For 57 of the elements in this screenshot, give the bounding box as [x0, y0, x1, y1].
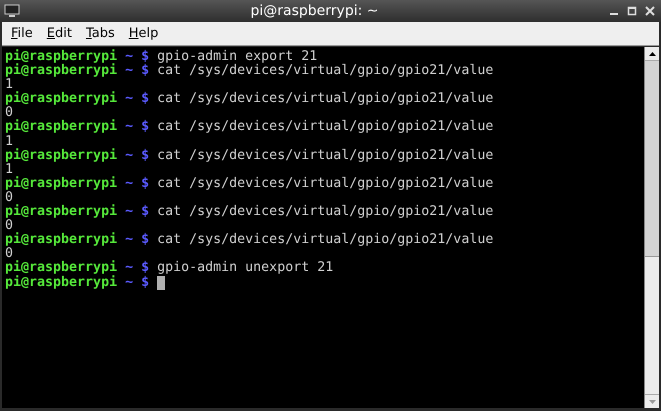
prompt-symbol: $: [141, 205, 150, 220]
command-output: 0: [5, 190, 14, 205]
prompt-path: ~: [125, 205, 134, 220]
command-text: cat /sys/devices/virtual/gpio/gpio21/value: [157, 64, 494, 78]
prompt-path: ~: [125, 50, 134, 64]
prompt-path: ~: [125, 148, 134, 163]
prompt-symbol: $: [141, 50, 150, 64]
prompt-user: pi@raspberrypi: [5, 50, 118, 64]
prompt-symbol: $: [141, 261, 150, 276]
prompt-symbol: $: [141, 276, 150, 290]
scrollbar-thumb[interactable]: [645, 61, 659, 257]
prompt-symbol: $: [141, 64, 150, 78]
command-output: 0: [5, 105, 14, 120]
prompt-path: ~: [125, 120, 134, 135]
terminal-area[interactable]: [2, 47, 644, 408]
prompt-path: ~: [125, 276, 134, 290]
prompt-symbol: $: [141, 92, 150, 106]
prompt-user: pi@raspberrypi: [5, 176, 118, 191]
prompt-user: pi@raspberrypi: [5, 261, 118, 276]
command-text: cat /sys/devices/virtual/gpio/gpio21/value: [157, 120, 494, 135]
prompt-symbol: $: [141, 176, 150, 191]
command-text: cat /sys/devices/virtual/gpio/gpio21/value: [157, 205, 494, 220]
menu-item[interactable]: Edit: [46, 24, 72, 44]
command-output: 0: [5, 246, 14, 262]
prompt-user: pi@raspberrypi: [5, 276, 118, 290]
maximize-icon[interactable]: [627, 6, 637, 16]
command-text: gpio-admin export 21: [157, 50, 318, 64]
command-text: gpio-admin unexport 21: [157, 261, 334, 276]
close-icon[interactable]: [645, 6, 655, 16]
prompt-symbol: $: [141, 120, 150, 135]
prompt-user: pi@raspberrypi: [5, 92, 118, 106]
prompt-path: ~: [125, 233, 134, 248]
command-text: cat /sys/devices/virtual/gpio/gpio21/value: [157, 233, 494, 248]
command-text: cat /sys/devices/virtual/gpio/gpio21/value: [157, 148, 494, 163]
prompt-user: pi@raspberrypi: [5, 148, 118, 163]
command-text: cat /sys/devices/virtual/gpio/gpio21/value: [157, 92, 494, 106]
prompt-symbol: $: [141, 148, 150, 163]
prompt-path: ~: [125, 64, 134, 78]
prompt-path: ~: [125, 176, 134, 191]
menu-item[interactable]: File: [11, 24, 33, 44]
command-output: 0: [5, 218, 14, 234]
command-text: cat /sys/devices/virtual/gpio/gpio21/value: [157, 176, 494, 191]
prompt-user: pi@raspberrypi: [5, 205, 118, 220]
prompt-path: ~: [125, 261, 134, 276]
prompt-user: pi@raspberrypi: [5, 120, 118, 135]
prompt-user: pi@raspberrypi: [5, 64, 118, 78]
scrollbar[interactable]: [644, 47, 659, 408]
prompt-user: pi@raspberrypi: [5, 233, 118, 248]
command-output: 1: [5, 134, 14, 149]
terminal-icon[interactable]: [4, 4, 20, 18]
menu-item[interactable]: Help: [128, 24, 158, 44]
prompt-path: ~: [125, 92, 134, 106]
menu-item[interactable]: Tabs: [86, 24, 115, 44]
prompt-symbol: $: [141, 233, 150, 248]
window-title: pi@raspberrypi: ~: [250, 2, 379, 20]
command-output: 1: [5, 162, 14, 177]
command-output: 1: [5, 77, 14, 92]
